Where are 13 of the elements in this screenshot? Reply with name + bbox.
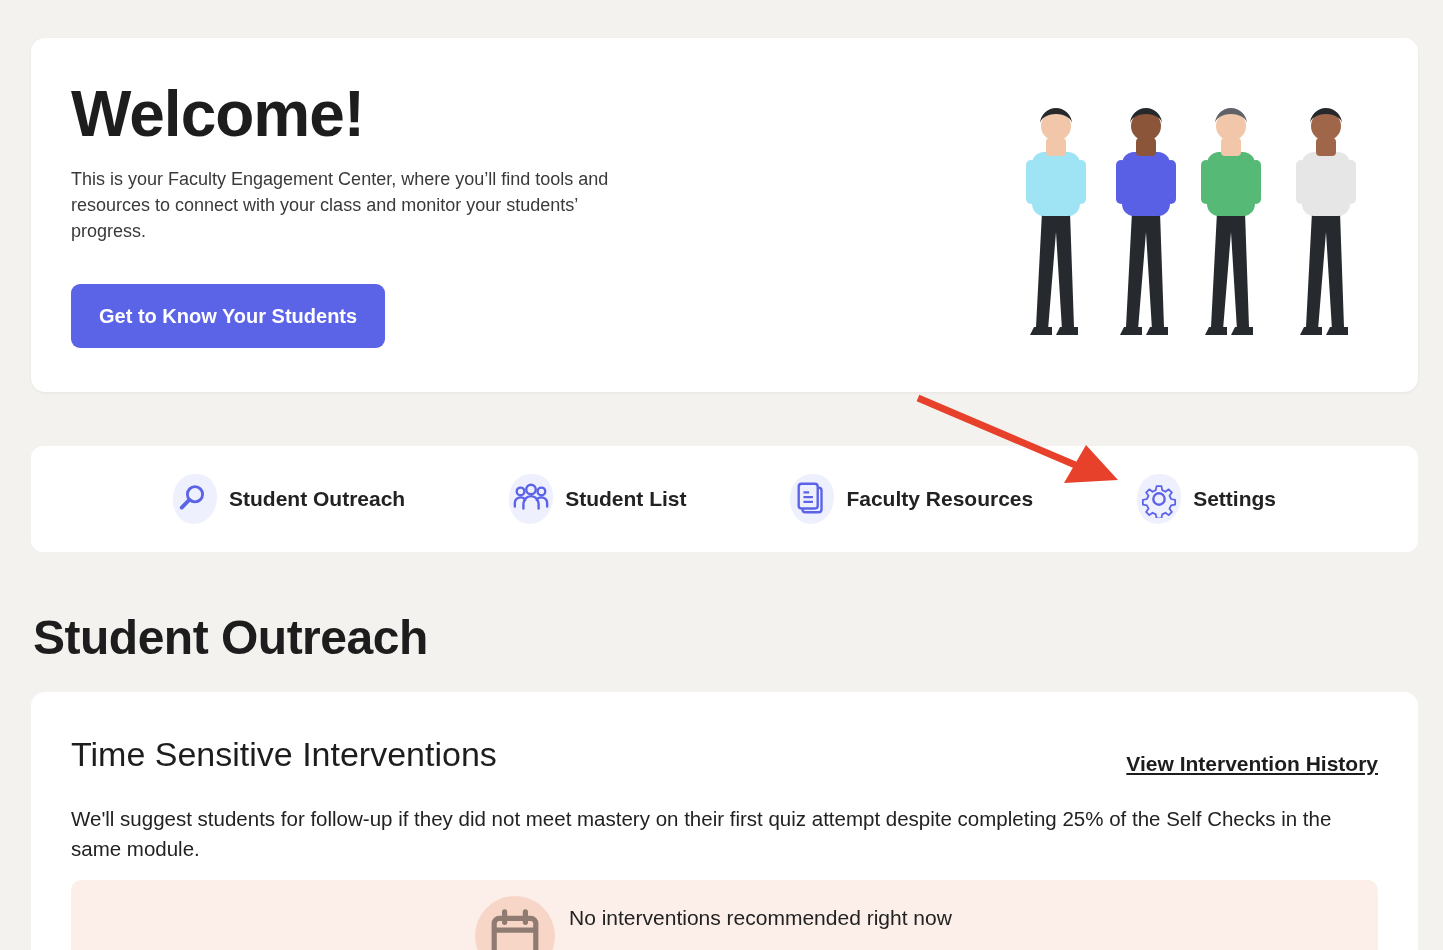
- welcome-text: This is your Faculty Engagement Center, where you’ll find tools and resources to connect with your class and monitor your students’ progress.: [71, 168, 610, 243]
- nav-link[interactable]: Faculty Resources: [790, 474, 1034, 524]
- section-heading: Student Outreach: [33, 610, 429, 666]
- welcome-heading: Welcome!: [71, 78, 365, 150]
- nav-link[interactable]: Settings: [1137, 474, 1276, 524]
- nav-link[interactable]: Student Outreach: [173, 474, 406, 524]
- get-to-know-button[interactable]: Get to Know Your Students: [71, 284, 386, 348]
- card-title: Time Sensitive Interventions: [71, 734, 497, 775]
- calendar-icon: [489, 908, 541, 950]
- empty-message: No interventions recommended right now: [569, 905, 952, 930]
- card-text: We'll suggest students for follow-up if they did not meet mastery on their first quiz attempt despite completing 25% of the Self Checks in the same module.: [71, 806, 1333, 862]
- intervention-history-link[interactable]: View Intervention History: [1126, 752, 1378, 776]
- nav-link[interactable]: Student List: [509, 474, 687, 524]
